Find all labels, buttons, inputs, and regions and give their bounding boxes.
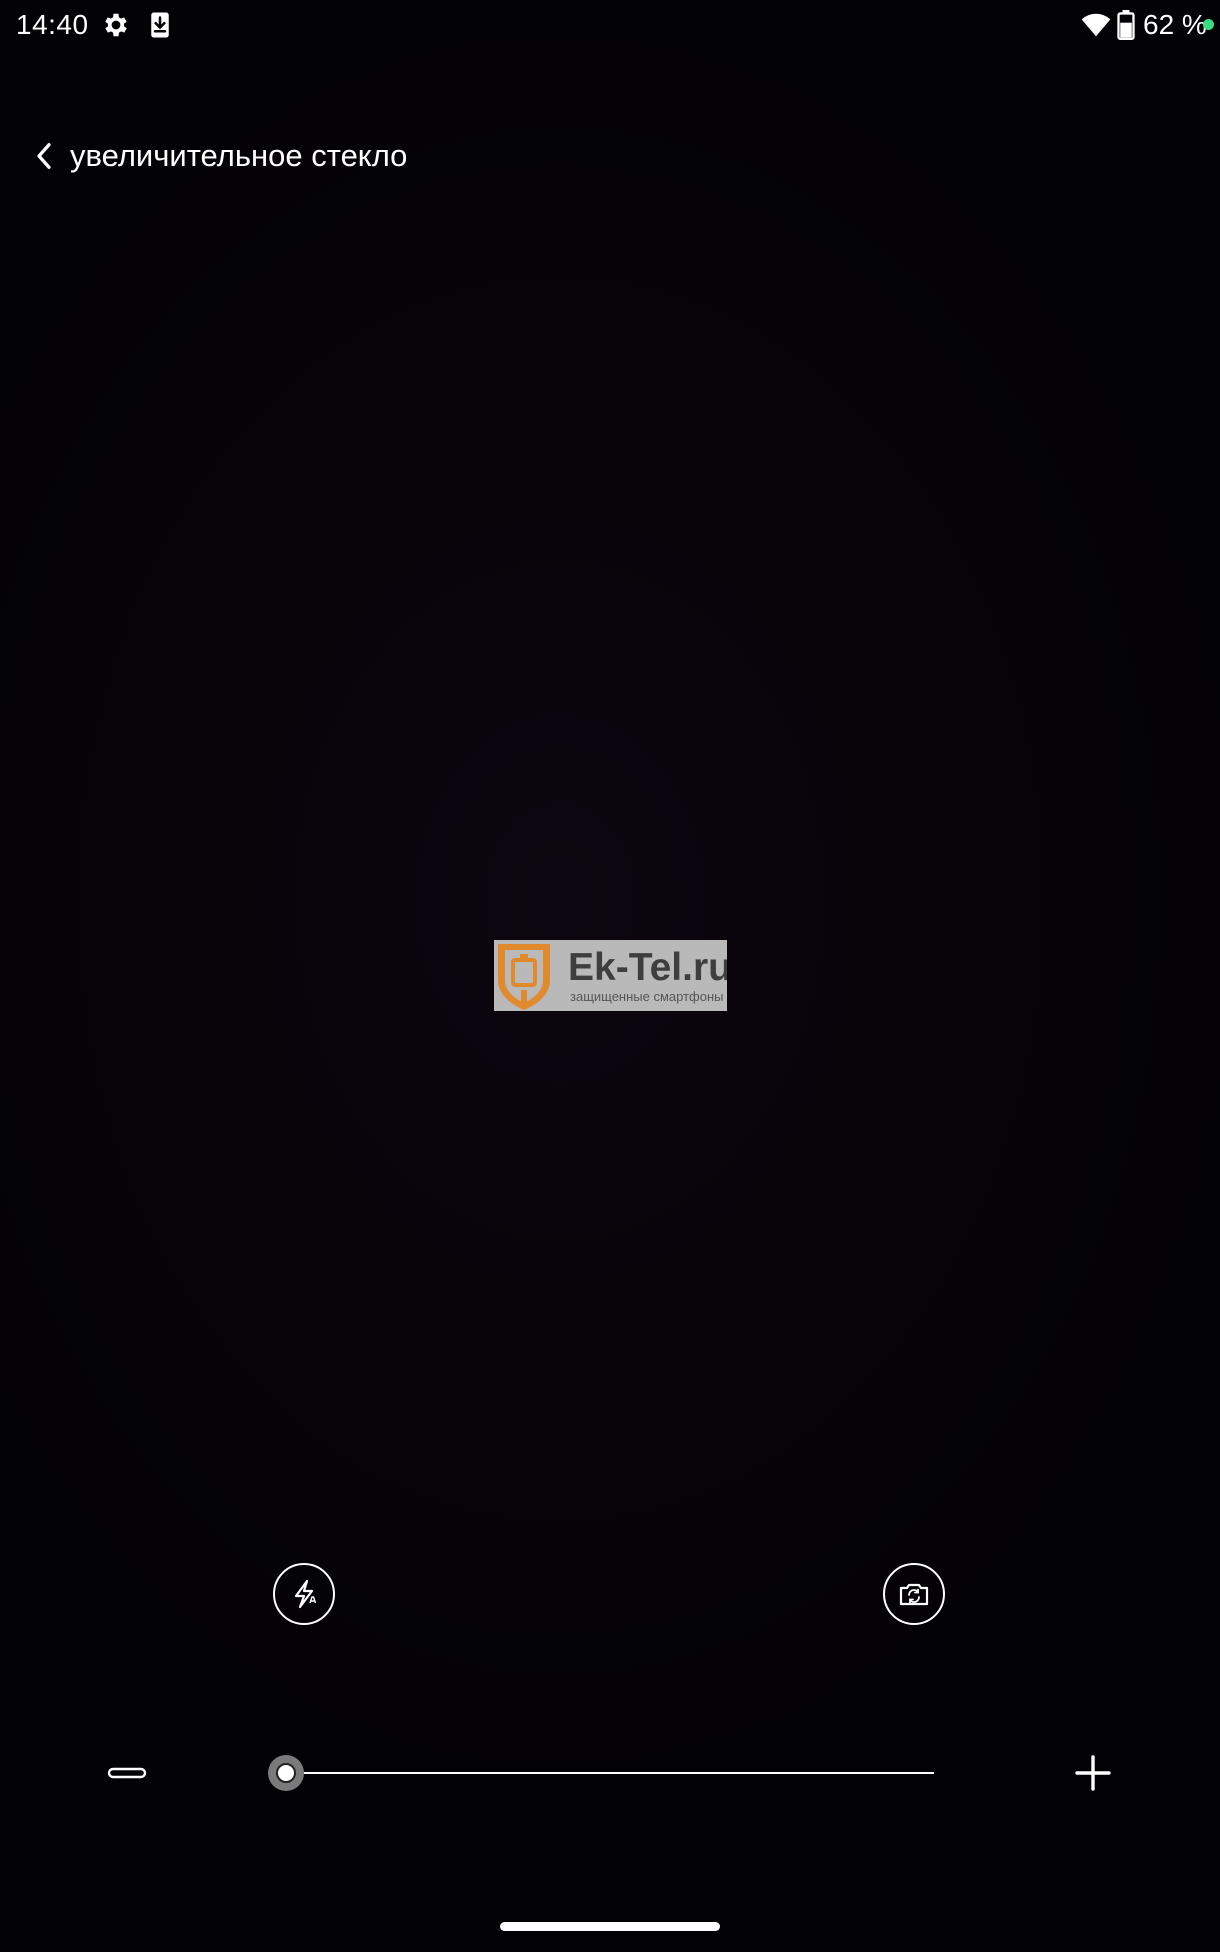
status-time: 14:40 [16, 9, 89, 40]
zoom-thumb-center [276, 1763, 296, 1783]
watermark-tagline: защищенные смартфоны [570, 989, 724, 1004]
page-title: увеличительное стекло [70, 138, 408, 173]
gear-icon [101, 10, 131, 40]
chevron-left-icon [31, 141, 57, 171]
watermark-logo: Ek-Tel.ru защищенные смартфоны [494, 940, 727, 1011]
battery-percentage: 62 % [1143, 9, 1207, 40]
status-bar: 14:40 62 % [0, 0, 1220, 52]
flash-button[interactable] [273, 1563, 335, 1625]
zoom-in-button[interactable] [1070, 1752, 1116, 1794]
watermark-brand: Ek-Tel.ru [568, 946, 727, 989]
privacy-indicator-dot [1203, 19, 1214, 30]
download-icon [145, 10, 175, 40]
zoom-track[interactable] [286, 1772, 934, 1774]
shield-phone-icon [494, 940, 554, 1011]
zoom-slider[interactable] [266, 1752, 934, 1794]
zoom-out-button[interactable] [104, 1756, 150, 1790]
back-button[interactable] [20, 128, 68, 184]
flash-auto-icon [286, 1576, 322, 1612]
wifi-icon [1080, 10, 1112, 40]
app-header: увеличительное стекло [20, 128, 407, 184]
switch-camera-button[interactable] [883, 1563, 945, 1625]
gesture-nav-handle[interactable] [500, 1922, 720, 1931]
plus-icon [1073, 1753, 1113, 1793]
switch-camera-icon [896, 1576, 932, 1612]
battery-icon [1114, 10, 1138, 40]
minus-icon [107, 1766, 147, 1780]
zoom-thumb[interactable] [268, 1755, 304, 1791]
